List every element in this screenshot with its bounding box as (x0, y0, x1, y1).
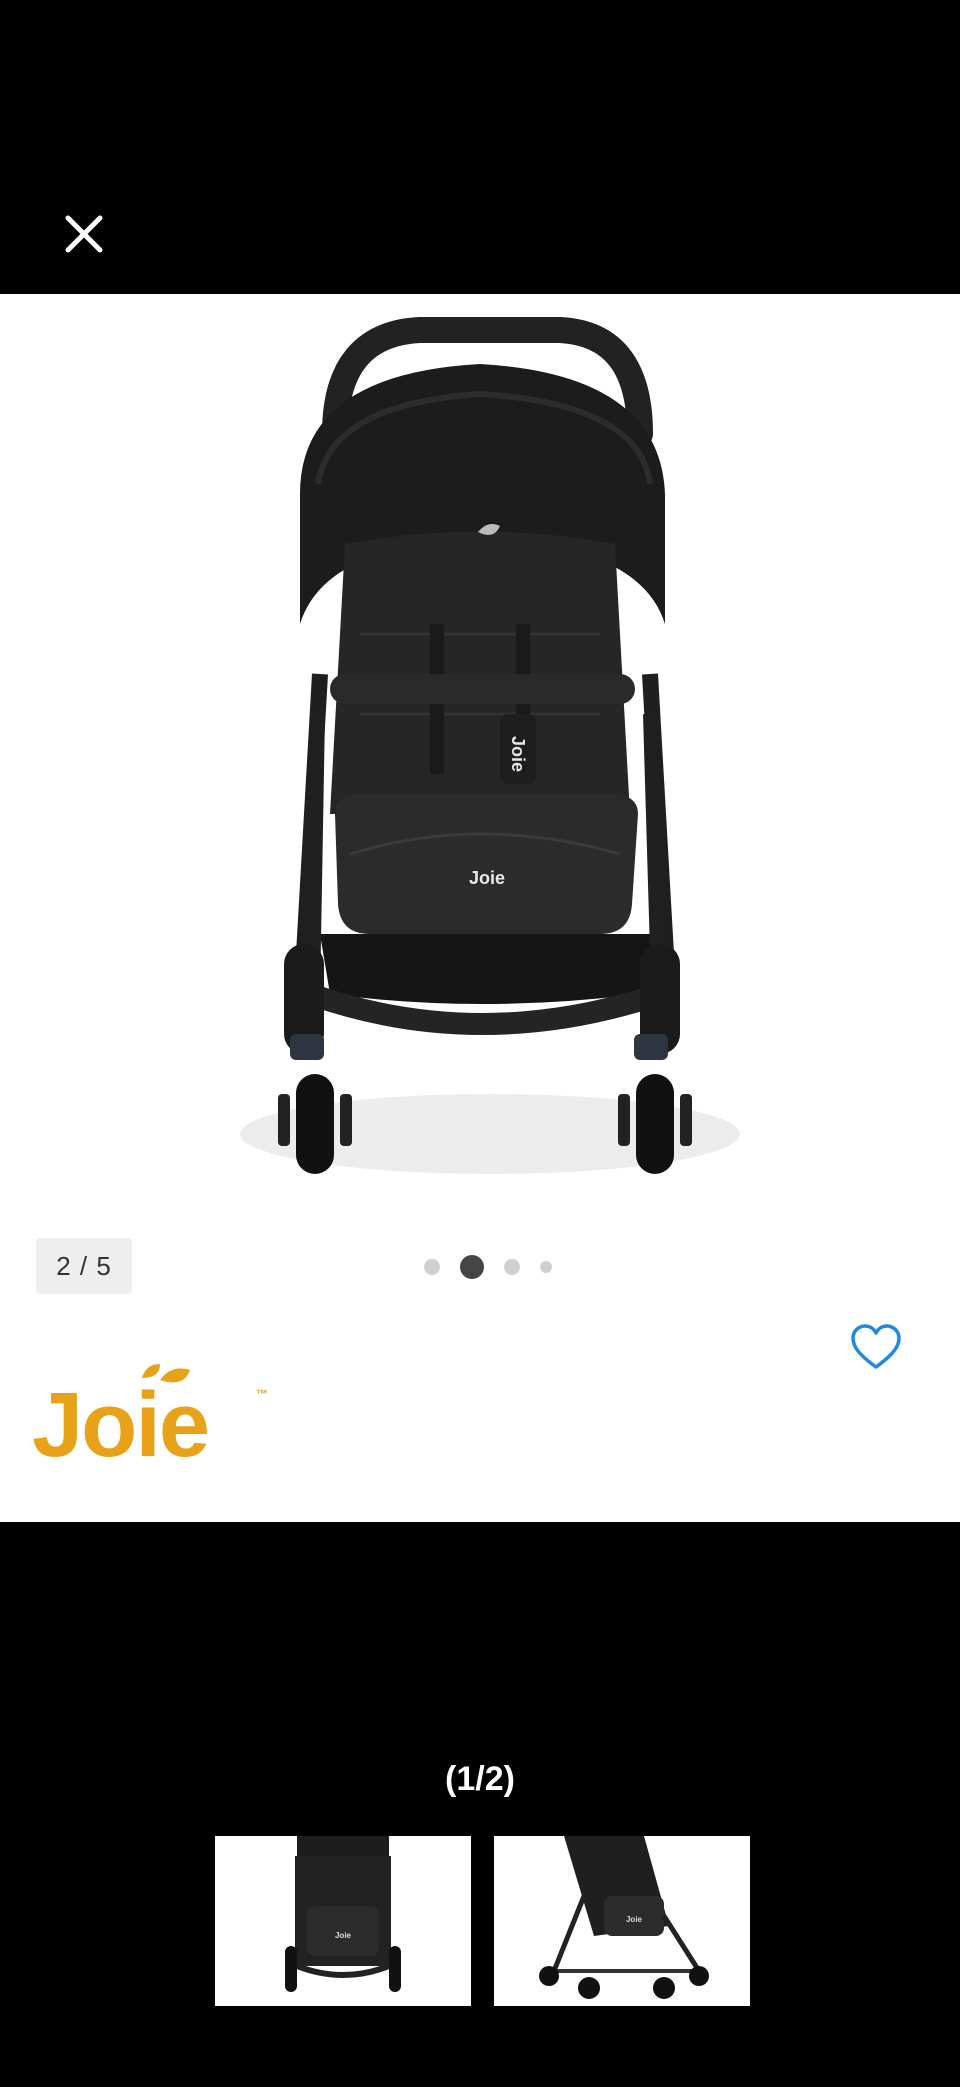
close-icon (65, 215, 103, 253)
seat-cushion-logo: Joie (469, 868, 505, 888)
favorite-button[interactable] (848, 1320, 904, 1376)
image-counter-badge: 2 / 5 (36, 1238, 132, 1294)
thumbnail-front[interactable]: Joie (215, 1836, 471, 2006)
pager-label: (1/2) (445, 1760, 515, 1798)
carousel-dot[interactable] (540, 1261, 552, 1273)
carousel-dot[interactable] (504, 1259, 520, 1275)
heart-outline-icon (851, 1324, 901, 1369)
carousel-dots (424, 1254, 552, 1280)
carousel-dot[interactable] (424, 1259, 440, 1275)
image-viewer-panel[interactable]: Joie Joie 2 / 5 Joie ™ (0, 294, 960, 1522)
thumbnail-side[interactable]: Joie (494, 1836, 750, 2006)
brand-logo-text: Joie (32, 1374, 208, 1476)
svg-text:Joie: Joie (626, 1915, 643, 1924)
close-button[interactable] (58, 208, 110, 260)
stroller-product-image: Joie Joie (240, 317, 740, 1174)
seat-strap-logo: Joie (508, 736, 528, 772)
joie-brand-logo: Joie ™ (32, 1364, 268, 1476)
svg-text:Joie: Joie (335, 1931, 352, 1940)
stroller-front-thumbnail: Joie (215, 1836, 471, 2006)
svg-text:™: ™ (256, 1387, 268, 1401)
stroller-side-thumbnail: Joie (494, 1836, 750, 2006)
carousel-dot-active[interactable] (460, 1255, 484, 1279)
